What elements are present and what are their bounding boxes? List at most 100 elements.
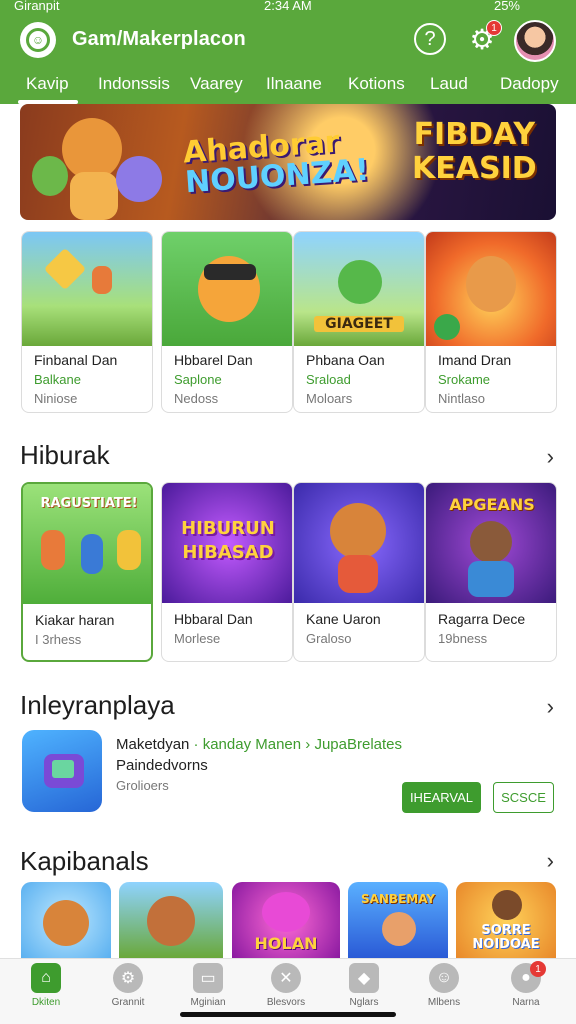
- kid-figure: [81, 534, 103, 574]
- status-time: 2:34 AM: [264, 0, 312, 13]
- card-meta: Nintlaso: [438, 391, 485, 406]
- home-indicator[interactable]: [180, 1012, 396, 1017]
- tag-icon: ◆: [349, 963, 379, 993]
- nav-item-mginian[interactable]: ▭ Mginian: [168, 963, 248, 1008]
- featured-tag[interactable]: JupaBrelates: [314, 736, 402, 753]
- face-icon: ☺: [429, 963, 459, 993]
- nav-item-mlbens[interactable]: ☺ Mlbens: [404, 963, 484, 1008]
- featured-meta: Grolioers: [116, 778, 169, 793]
- nav-label: Mlbens: [427, 997, 461, 1008]
- tab-vaarey[interactable]: Vaarey: [190, 74, 243, 94]
- card-subtitle: Balkane: [34, 372, 81, 387]
- kid-figure: [117, 530, 141, 570]
- game-tile[interactable]: SANBEMAY: [348, 882, 448, 958]
- status-bar: Giranpit 2:34 AM 25%: [0, 0, 576, 16]
- app-title: Gam/Makerplacon: [72, 28, 246, 50]
- card-meta: Moloars: [306, 391, 353, 406]
- banner-right-line2: KEASID: [412, 151, 537, 186]
- card-subtitle: Saplone: [174, 372, 222, 387]
- featured-title-line: Maketdyan · kanday Manen › JupaBrelates: [116, 736, 402, 753]
- boy-character: [470, 521, 512, 563]
- game-card[interactable]: GIAGEET Phbana Oan Sraload Moloars: [293, 231, 425, 413]
- card-meta: Nedoss: [174, 391, 219, 406]
- game-card[interactable]: Kane Uaron Graloso: [293, 482, 425, 662]
- boy-character: [32, 156, 68, 196]
- nav-label: Nglars: [349, 997, 379, 1008]
- featured-title: Maketdyan: [116, 736, 190, 753]
- kid-figure: [92, 266, 112, 294]
- game-card[interactable]: HIBURUN HIBASAD Hbbaral Dan Morlese: [161, 482, 293, 662]
- pig-character: [262, 892, 310, 932]
- secondary-button[interactable]: SCSCE: [493, 782, 554, 813]
- promo-banner[interactable]: Ahadorar NOUONZA! FIBDAY KEASID: [20, 104, 556, 220]
- help-icon[interactable]: ?: [414, 23, 446, 55]
- game-card[interactable]: APGEANS Ragarra Dece 19bness: [425, 482, 557, 662]
- game-card[interactable]: Hbbarel Dan Saplone Nedoss: [161, 231, 293, 413]
- avatar[interactable]: [514, 20, 556, 62]
- featured-tag[interactable]: kanday Manen: [203, 736, 301, 753]
- thumbnail-label: HIBURUN HIBASAD: [162, 517, 292, 565]
- boy-body: [468, 561, 514, 597]
- boy-character: [147, 896, 195, 946]
- tab-indonssis[interactable]: Indonssis: [98, 74, 170, 94]
- thumbnail-label: GIAGEET: [314, 316, 404, 332]
- fox-body: [70, 172, 118, 220]
- bear-body: [338, 555, 378, 593]
- featured-subtitle: Paindedvorns: [116, 757, 208, 774]
- x-circle-icon: ✕: [271, 963, 301, 993]
- tab-ilnaane[interactable]: Ilnaane: [266, 74, 322, 94]
- card-icon: ▭: [193, 963, 223, 993]
- game-thumbnail: [294, 483, 424, 603]
- chevron-right-icon[interactable]: ›: [547, 444, 554, 470]
- chevron-right-icon[interactable]: ›: [547, 848, 554, 874]
- home-icon: ⌂: [31, 963, 61, 993]
- game-card[interactable]: RAGUSTIATE! Kiakar haran I 3rhess: [21, 482, 153, 662]
- game-thumbnail: [162, 232, 292, 346]
- fox-character: [62, 118, 122, 180]
- game-card[interactable]: Imand Dran Srokame Nintlaso: [425, 231, 557, 413]
- app-logo[interactable]: ☺: [20, 22, 56, 58]
- tab-kotions[interactable]: Kotions: [348, 74, 405, 94]
- game-thumbnail: HIBURUN HIBASAD: [162, 483, 292, 603]
- game-tile[interactable]: HOLAN: [232, 882, 340, 958]
- thumbnail-label: SORRE NOIDOAE: [456, 924, 556, 952]
- banner-characters: [32, 112, 172, 220]
- featured-game-thumbnail[interactable]: [22, 730, 102, 812]
- nav-item-nglars[interactable]: ◆ Nglars: [324, 963, 404, 1008]
- tag-separator: ·: [193, 736, 203, 753]
- card-title: Phbana Oan: [306, 352, 385, 368]
- nav-label: Mginian: [190, 997, 226, 1008]
- nav-badge: 1: [530, 961, 546, 977]
- nav-label: Dkiten: [31, 997, 61, 1008]
- nav-item-narna[interactable]: ● 1 Narna: [486, 961, 566, 1008]
- thumbnail-label: SANBEMAY: [360, 892, 436, 906]
- chevron-right-icon[interactable]: ›: [547, 694, 554, 720]
- game-tile[interactable]: [119, 882, 223, 958]
- tab-kavip[interactable]: Kavip: [26, 74, 69, 94]
- kid-character: [382, 912, 416, 946]
- app-header: Giranpit 2:34 AM 25% ☺ Gam/Makerplacon ?…: [0, 0, 576, 104]
- nav-item-grannit[interactable]: ⚙ Grannit: [88, 963, 168, 1008]
- nav-item-blesvors[interactable]: ✕ Blesvors: [246, 963, 326, 1008]
- fox-character: [466, 256, 516, 312]
- banner-right-line1: FIBDAY: [413, 117, 536, 152]
- thumbnail-label: APGEANS: [449, 495, 535, 514]
- install-button[interactable]: IHEARVAL: [402, 782, 481, 813]
- game-tile[interactable]: SORRE NOIDOAE: [456, 882, 556, 958]
- banner-left-text: Ahadorar NOUONZA!: [182, 125, 370, 201]
- notification-badge: 1: [486, 20, 502, 36]
- tab-laud[interactable]: Laud: [430, 74, 468, 94]
- thumbnail-label: RAGUSTIATE!: [40, 496, 138, 511]
- thumbnail-label-line1: SORRE: [481, 923, 531, 938]
- tab-dadopy[interactable]: Dadopy: [500, 74, 559, 94]
- card-title: Hbbaral Dan: [174, 611, 253, 627]
- nav-label: Narna: [512, 997, 540, 1008]
- game-card[interactable]: Finbanal Dan Balkane Niniose: [21, 231, 153, 413]
- card-meta: Niniose: [34, 391, 78, 406]
- status-carrier: Giranpit: [14, 0, 60, 13]
- card-subtitle: Sraload: [306, 372, 351, 387]
- nav-item-home[interactable]: ⌂ Dkiten: [6, 963, 86, 1008]
- game-tile[interactable]: [21, 882, 111, 958]
- card-title: Imand Dran: [438, 352, 512, 368]
- card-meta: 19bness: [438, 631, 488, 646]
